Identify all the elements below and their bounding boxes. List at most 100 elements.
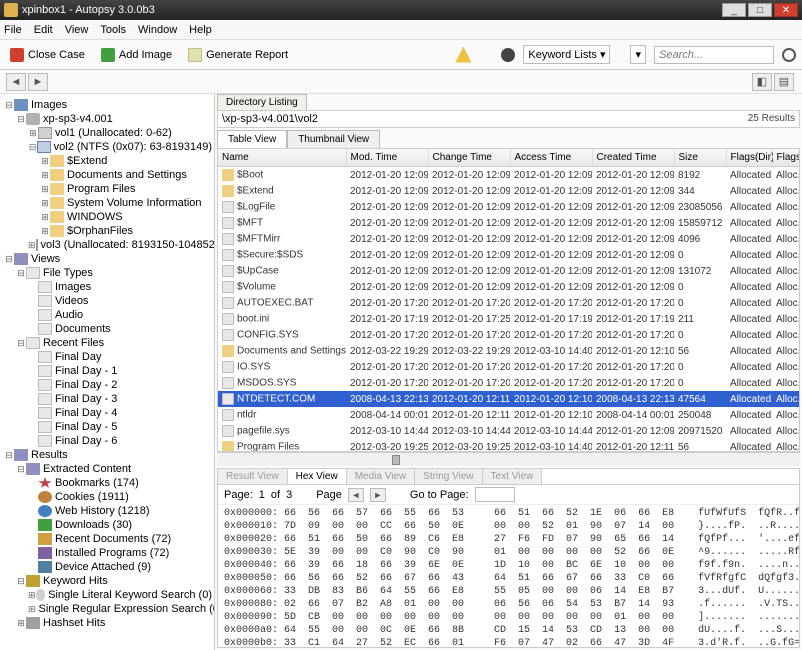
- hex-tab-hex-view[interactable]: Hex View: [288, 469, 347, 484]
- expand-icon[interactable]: ⊟: [16, 338, 26, 349]
- tree-item[interactable]: Final Day - 3: [2, 392, 212, 406]
- menu-tools[interactable]: Tools: [100, 24, 126, 36]
- hex-tab-string-view[interactable]: String View: [415, 469, 482, 484]
- tree-item[interactable]: ⊟Recent Files: [2, 336, 212, 350]
- expand-icon[interactable]: ⊞: [28, 240, 36, 251]
- keyword-lists-dropdown[interactable]: Keyword Lists ▾: [523, 45, 610, 64]
- tree-item[interactable]: Images: [2, 280, 212, 294]
- table-view-tab[interactable]: Table View: [217, 130, 287, 148]
- table-row[interactable]: NTDETECT.COM2008-04-13 22:13:042012-01-2…: [218, 391, 800, 407]
- table-row[interactable]: $Secure:$SDS2012-01-20 12:09:032012-01-2…: [218, 247, 800, 263]
- hex-content[interactable]: 0x000000: 66 56 66 57 66 55 66 53 66 51 …: [218, 505, 799, 647]
- column-header[interactable]: Change Time: [428, 149, 510, 167]
- column-header[interactable]: Created Time: [592, 149, 674, 167]
- tree-item[interactable]: Documents: [2, 322, 212, 336]
- goto-page-input[interactable]: [475, 487, 515, 502]
- table-row[interactable]: ntldr2008-04-14 00:01:442012-01-20 12:11…: [218, 407, 800, 423]
- tree-item[interactable]: ⊞Hashset Hits: [2, 616, 212, 630]
- column-header[interactable]: Access Time: [510, 149, 592, 167]
- tree-item[interactable]: ⊟Results: [2, 448, 212, 462]
- table-row[interactable]: Program Files2012-03-20 19:25:022012-03-…: [218, 439, 800, 452]
- search-input[interactable]: [654, 46, 774, 64]
- nav-back-button[interactable]: ◄: [6, 73, 26, 91]
- tree-item[interactable]: ⊞vol1 (Unallocated: 0-62): [2, 126, 212, 140]
- tree-panel[interactable]: ⊟Images⊟xp-sp3-v4.001⊞vol1 (Unallocated:…: [0, 94, 215, 650]
- tree-item[interactable]: ⊟xp-sp3-v4.001: [2, 112, 212, 126]
- table-row[interactable]: Documents and Settings2012-03-22 19:29:5…: [218, 343, 800, 359]
- close-case-button[interactable]: Close Case: [6, 46, 89, 64]
- tree-item[interactable]: Recent Documents (72): [2, 532, 212, 546]
- table-row[interactable]: $Boot2012-01-20 12:09:032012-01-20 12:09…: [218, 167, 800, 184]
- expand-icon[interactable]: ⊟: [4, 450, 14, 461]
- tree-item[interactable]: ⊞vol3 (Unallocated: 8193150-10485215): [2, 238, 212, 252]
- tree-item[interactable]: Audio: [2, 308, 212, 322]
- page-next-button[interactable]: ►: [370, 488, 386, 502]
- expand-icon[interactable]: ⊞: [40, 212, 50, 223]
- tree-item[interactable]: ⊞Documents and Settings: [2, 168, 212, 182]
- expand-icon[interactable]: ⊟: [4, 254, 14, 265]
- table-row[interactable]: $LogFile2012-01-20 12:09:032012-01-20 12…: [218, 199, 800, 215]
- column-header[interactable]: Flags...: [772, 149, 800, 167]
- expand-icon[interactable]: ⊞: [40, 226, 50, 237]
- expand-icon[interactable]: ⊞: [40, 170, 50, 181]
- tree-item[interactable]: ⊟Views: [2, 252, 212, 266]
- tree-item[interactable]: Videos: [2, 294, 212, 308]
- menu-file[interactable]: File: [4, 24, 22, 36]
- keyword-type-dropdown[interactable]: ▾: [630, 45, 646, 64]
- expand-icon[interactable]: ⊟: [28, 142, 37, 153]
- add-image-button[interactable]: Add Image: [97, 46, 176, 64]
- table-row[interactable]: pagefile.sys2012-03-10 14:44:292012-03-1…: [218, 423, 800, 439]
- tree-item[interactable]: ⊟Extracted Content: [2, 462, 212, 476]
- expand-icon[interactable]: ⊞: [40, 156, 50, 167]
- tree-item[interactable]: ⊞$OrphanFiles: [2, 224, 212, 238]
- expand-icon[interactable]: ⊟: [16, 268, 26, 279]
- table-row[interactable]: CONFIG.SYS2012-01-20 17:20:492012-01-20 …: [218, 327, 800, 343]
- hex-tab-result-view[interactable]: Result View: [218, 469, 288, 484]
- pin-button[interactable]: ◧: [752, 73, 772, 91]
- table-row[interactable]: $Volume2012-01-20 12:09:032012-01-20 12:…: [218, 279, 800, 295]
- tree-item[interactable]: ⊞System Volume Information: [2, 196, 212, 210]
- tree-item[interactable]: ⊞Program Files: [2, 182, 212, 196]
- minimize-button[interactable]: _: [722, 3, 746, 17]
- expand-icon[interactable]: ⊟: [16, 576, 26, 587]
- tree-item[interactable]: Final Day - 4: [2, 406, 212, 420]
- expand-icon[interactable]: ⊞: [16, 618, 26, 629]
- expand-icon[interactable]: ⊞: [28, 128, 38, 139]
- tree-item[interactable]: Downloads (30): [2, 518, 212, 532]
- table-row[interactable]: $UpCase2012-01-20 12:09:032012-01-20 12:…: [218, 263, 800, 279]
- expand-icon[interactable]: ⊞: [28, 604, 36, 615]
- tree-item[interactable]: Final Day - 5: [2, 420, 212, 434]
- tree-item[interactable]: ⊟Images: [2, 98, 212, 112]
- menu-edit[interactable]: Edit: [34, 24, 53, 36]
- file-table[interactable]: NameMod. TimeChange TimeAccess TimeCreat…: [217, 148, 800, 452]
- hex-tab-text-view[interactable]: Text View: [483, 469, 543, 484]
- tree-item[interactable]: ⊞$Extend: [2, 154, 212, 168]
- tree-item[interactable]: Installed Programs (72): [2, 546, 212, 560]
- maximize-button[interactable]: □: [748, 3, 772, 17]
- expand-icon[interactable]: ⊟: [16, 464, 26, 475]
- menu-window[interactable]: Window: [138, 24, 177, 36]
- tree-item[interactable]: Final Day - 6: [2, 434, 212, 448]
- tree-item[interactable]: Final Day: [2, 350, 212, 364]
- expand-icon[interactable]: ⊟: [16, 114, 26, 125]
- directory-listing-tab[interactable]: Directory Listing: [217, 94, 307, 110]
- tree-item[interactable]: ⊞WINDOWS: [2, 210, 212, 224]
- table-row[interactable]: $Extend2012-01-20 12:09:032012-01-20 12:…: [218, 183, 800, 199]
- list-button[interactable]: ▤: [774, 73, 794, 91]
- column-header[interactable]: Flags(Dir): [726, 149, 772, 167]
- table-row[interactable]: AUTOEXEC.BAT2012-01-20 17:20:492012-01-2…: [218, 295, 800, 311]
- table-row[interactable]: IO.SYS2012-01-20 17:20:492012-01-20 17:2…: [218, 359, 800, 375]
- expand-icon[interactable]: ⊞: [40, 184, 50, 195]
- menu-help[interactable]: Help: [189, 24, 212, 36]
- tree-item[interactable]: ⊞Single Literal Keyword Search (0): [2, 588, 212, 602]
- table-row[interactable]: boot.ini2012-01-20 17:19:252012-01-20 17…: [218, 311, 800, 327]
- tree-item[interactable]: Cookies (1911): [2, 490, 212, 504]
- column-header[interactable]: Name: [218, 149, 346, 167]
- table-row[interactable]: $MFTMirr2012-01-20 12:09:032012-01-20 12…: [218, 231, 800, 247]
- tree-item[interactable]: ⊟vol2 (NTFS (0x07): 63-8193149): [2, 140, 212, 154]
- page-prev-button[interactable]: ◄: [348, 488, 364, 502]
- menu-view[interactable]: View: [65, 24, 89, 36]
- horizontal-scrollbar[interactable]: [217, 452, 800, 466]
- column-header[interactable]: Mod. Time: [346, 149, 428, 167]
- tree-item[interactable]: Final Day - 2: [2, 378, 212, 392]
